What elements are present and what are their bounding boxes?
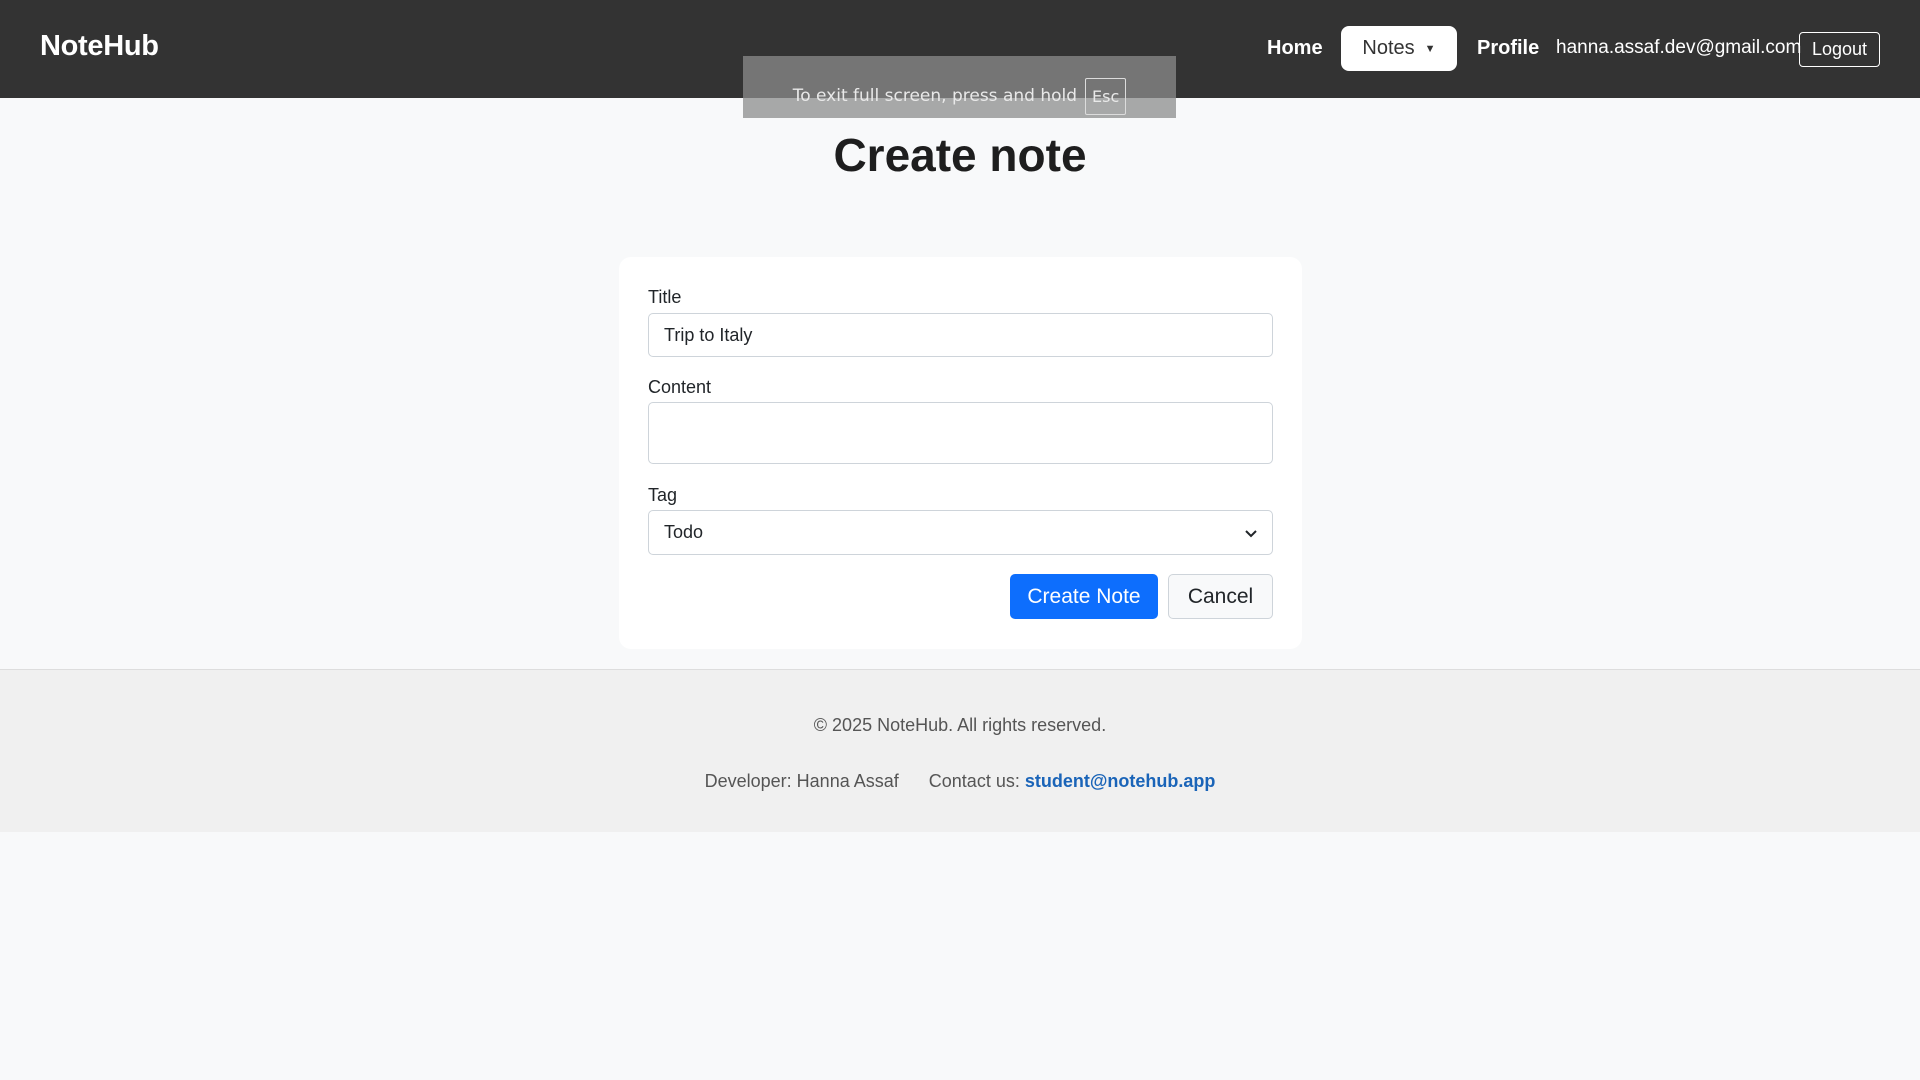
caret-down-icon: ▼ [1424,42,1436,55]
user-email: hanna.assaf.dev@gmail.com [1556,37,1802,58]
page-title: Create note [833,129,1087,181]
contact-label: Contact us: [928,771,1020,791]
tag-selected-value: Todo [664,522,704,542]
app-logo[interactable]: NoteHub [40,30,159,63]
create-note-button[interactable]: Create Note [1010,574,1158,619]
footer-credits: Developer: Hanna Assaf Contact us: stude… [0,771,1920,792]
contact-email-link[interactable]: student@notehub.app [1025,771,1216,791]
fullscreen-exit-notice: To exit full screen, press and hold Esc [743,56,1176,118]
tag-select[interactable]: Todo [648,510,1273,555]
esc-key-badge: Esc [1085,77,1127,115]
create-note-form: Title Content Tag Todo Create Note Cance… [619,257,1302,649]
nav-home-link[interactable]: Home [1267,37,1323,60]
nav-notes-dropdown[interactable]: Notes ▼ [1341,26,1457,71]
title-label: Title [648,287,682,307]
copyright-text: © 2025 NoteHub. All rights reserved. [813,715,1107,735]
nav-notes-label: Notes [1362,37,1415,59]
developer-credit: Developer: Hanna Assaf [704,771,899,791]
footer: © 2025 NoteHub. All rights reserved. Dev… [0,669,1920,832]
logout-button[interactable]: Logout [1799,32,1880,67]
fullscreen-notice-text: To exit full screen, press and hold [792,86,1078,106]
content-textarea[interactable] [648,402,1273,464]
cancel-button[interactable]: Cancel [1168,574,1273,619]
tag-label: Tag [648,485,678,505]
chevron-down-icon [1245,525,1257,541]
nav-profile-link[interactable]: Profile [1477,37,1539,60]
content-label: Content [648,377,712,397]
title-input[interactable] [648,313,1273,357]
